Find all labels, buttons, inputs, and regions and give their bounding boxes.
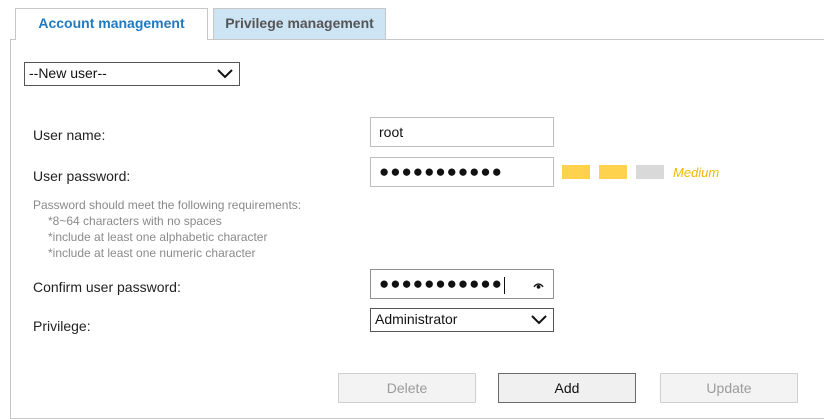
show-password-icon[interactable] [533,281,544,289]
privilege-label: Privilege: [33,318,91,334]
password-input[interactable]: ●●●●●●●●●●● [370,157,554,187]
privilege-value: Administrator [375,311,458,327]
strength-bar-2 [599,165,627,179]
tab-account-management[interactable]: Account management [15,8,208,40]
chevron-down-icon [217,69,233,79]
tab-privilege-management[interactable]: Privilege management [213,8,386,39]
confirm-password-label: Confirm user password: [33,279,181,295]
update-button[interactable]: Update [660,373,798,403]
requirements-hint: Password should meet the following requi… [33,198,302,212]
strength-bar-3 [636,165,664,179]
add-button[interactable]: Add [498,373,636,403]
account-panel [10,39,824,419]
user-select[interactable]: --New user-- [24,62,240,86]
username-value: root [379,124,404,140]
user-select-value: --New user-- [29,65,107,81]
text-caret [503,276,505,294]
username-input[interactable]: root [370,117,554,147]
chevron-down-icon [531,315,547,325]
confirm-password-value: ●●●●●●●●●●● [379,274,503,293]
requirement-numeric: *include at least one numeric character [48,246,256,260]
password-value: ●●●●●●●●●●● [379,162,503,181]
requirement-length: *8~64 characters with no spaces [48,214,222,228]
privilege-select[interactable]: Administrator [370,308,554,332]
confirm-password-input[interactable]: ●●●●●●●●●●● [370,269,554,299]
password-label: User password: [33,168,131,184]
username-label: User name: [33,127,106,143]
strength-bar-1 [562,165,590,179]
strength-text: Medium [673,165,720,180]
requirement-alpha: *include at least one alphabetic charact… [48,230,268,244]
delete-button[interactable]: Delete [338,373,476,403]
